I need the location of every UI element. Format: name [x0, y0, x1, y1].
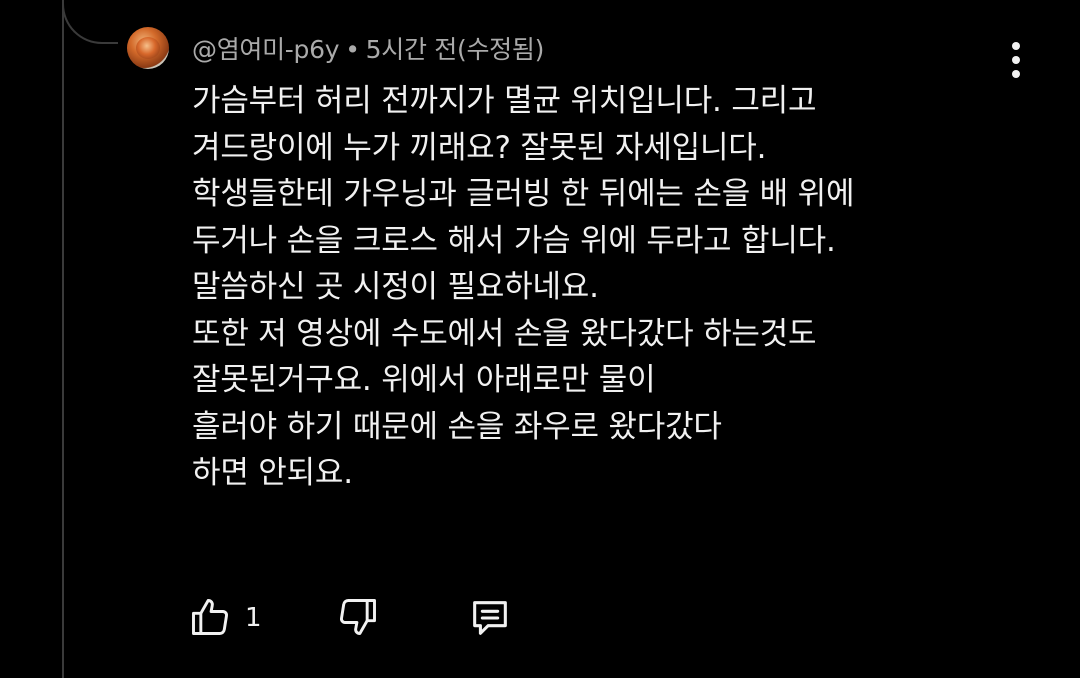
comment-timestamp: 5시간 전(수정됨) — [365, 35, 545, 64]
thread-line — [62, 0, 64, 678]
like-count: 1 — [245, 603, 262, 633]
more-dot — [1012, 42, 1020, 50]
avatar[interactable] — [127, 27, 169, 69]
comment-line: 가슴부터 허리 전까지가 멸균 위치입니다. 그리고 — [192, 83, 817, 119]
thread-connector — [62, 0, 118, 44]
thumbs-down-icon[interactable] — [336, 595, 380, 639]
comment-reply-icon[interactable] — [467, 595, 513, 641]
comment-line: 겨드랑이에 누가 끼래요? 잘못된 자세입니다. — [192, 129, 767, 166]
comment-line: 흘러야 하기 때문에 손을 좌우로 왔다갔다 — [192, 408, 722, 445]
comment-line: 하면 안되요. — [192, 455, 353, 491]
more-dot — [1012, 70, 1020, 78]
comment-line: 또한 저 영상에 수도에서 손을 왔다갔다 하는것도 — [192, 315, 817, 352]
author-handle[interactable]: @염여미-p6y — [192, 35, 340, 64]
comment-line: 잘못된거구요. 위에서 아래로만 물이 — [192, 362, 656, 398]
comment-line: 말씀하신 곳 시정이 필요하네요. — [192, 269, 599, 305]
comment-line: 학생들한테 가우닝과 글러빙 한 뒤에는 손을 배 위에 — [192, 176, 855, 212]
thumbs-up-icon[interactable] — [188, 595, 232, 639]
comment-header: @염여미-p6y • 5시간 전(수정됨) — [192, 30, 544, 66]
comment-text: 가슴부터 허리 전까지가 멸균 위치입니다. 그리고 겨드랑이에 누가 끼래요?… — [192, 78, 1032, 497]
comment-line: 두거나 손을 크로스 해서 가슴 위에 두라고 합니다. — [192, 222, 836, 259]
more-dot — [1012, 56, 1020, 64]
meta-separator: • — [345, 35, 360, 64]
more-vert-icon[interactable] — [1006, 40, 1026, 80]
